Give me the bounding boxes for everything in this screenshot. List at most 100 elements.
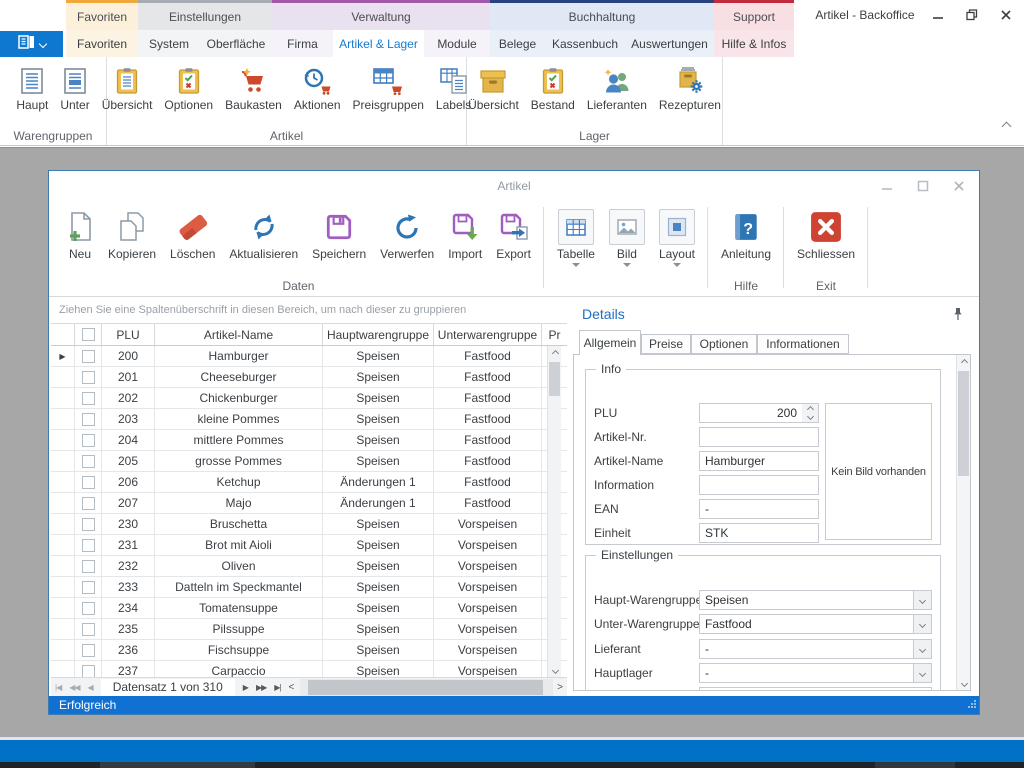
ribbon-collapse-button[interactable]	[1003, 117, 1010, 135]
row-checkbox[interactable]	[82, 434, 95, 447]
tab-artikel-lager[interactable]: Artikel & Lager	[333, 30, 424, 57]
column-header-plu[interactable]: PLU	[102, 324, 155, 345]
lager-rezepturen-button[interactable]: Rezepturen	[653, 62, 727, 112]
dialog-titlebar[interactable]: Artikel	[49, 171, 979, 201]
row-checkbox[interactable]	[82, 371, 95, 384]
nav-next-button[interactable]: ▶	[239, 683, 252, 692]
column-header-artikel-name[interactable]: Artikel-Name	[155, 324, 323, 345]
scroll-up-icon[interactable]	[960, 358, 968, 366]
row-checkbox-cell[interactable]	[75, 346, 102, 366]
grid-horizontal-scrollbar[interactable]	[300, 679, 553, 696]
row-checkbox-cell[interactable]	[75, 430, 102, 450]
table-row[interactable]: 207 Majo Änderungen 1 Fastfood	[51, 493, 567, 514]
table-row[interactable]: 204 mittlere Pommes Speisen Fastfood	[51, 430, 567, 451]
row-checkbox[interactable]	[82, 539, 95, 552]
nav-first-button[interactable]: |◀	[51, 683, 65, 692]
table-row[interactable]: 202 Chickenburger Speisen Fastfood	[51, 388, 567, 409]
scroll-down-icon[interactable]	[960, 679, 968, 687]
tab-allgemein[interactable]: Allgemein	[579, 330, 641, 355]
row-checkbox-cell[interactable]	[75, 409, 102, 429]
neu-button[interactable]: Neu	[61, 207, 99, 261]
table-row[interactable]: 201 Cheeseburger Speisen Fastfood	[51, 367, 567, 388]
tab-auswertungen[interactable]: Auswertungen	[625, 30, 714, 57]
artikel-name-field[interactable]: Hamburger	[699, 451, 819, 471]
column-header-preis[interactable]: Pr	[542, 324, 567, 345]
ribbon-category-favoriten[interactable]: Favoriten	[66, 0, 138, 30]
column-header-unterwarengruppe[interactable]: Unterwarengruppe	[434, 324, 542, 345]
tab-oberflaeche[interactable]: Oberfläche	[200, 30, 272, 57]
bild-button[interactable]: Bild	[604, 207, 650, 267]
table-row[interactable]: 203 kleine Pommes Speisen Fastfood	[51, 409, 567, 430]
table-row[interactable]: 236 Fischsuppe Speisen Vorspeisen	[51, 640, 567, 661]
combo-dropdown-icon[interactable]	[913, 640, 931, 658]
information-field[interactable]	[699, 475, 819, 495]
table-row[interactable]: 230 Bruschetta Speisen Vorspeisen	[51, 514, 567, 535]
export-button[interactable]: Export	[491, 207, 536, 261]
ribbon-category-support[interactable]: Support	[714, 0, 794, 30]
table-row[interactable]: ▶ 200 Hamburger Speisen Fastfood	[51, 346, 567, 367]
row-checkbox-cell[interactable]	[75, 451, 102, 471]
lager-lieferanten-button[interactable]: Lieferanten	[581, 62, 653, 112]
hscroll-right-icon[interactable]: >	[553, 682, 567, 693]
kopieren-button[interactable]: Kopieren	[103, 207, 161, 261]
verwerfen-button[interactable]: Verwerfen	[375, 207, 439, 261]
tab-optionen[interactable]: Optionen	[691, 334, 757, 354]
row-checkbox[interactable]	[82, 518, 95, 531]
nav-prev-button[interactable]: ◀	[84, 683, 97, 692]
lager-bestand-button[interactable]: Bestand	[525, 62, 581, 112]
row-checkbox-cell[interactable]	[75, 493, 102, 513]
row-checkbox-cell[interactable]	[75, 388, 102, 408]
hauptlager-select[interactable]: -	[699, 663, 932, 683]
hscroll-left-icon[interactable]: <	[284, 682, 298, 693]
grid-vertical-scrollbar[interactable]	[547, 346, 561, 677]
row-checkbox[interactable]	[82, 413, 95, 426]
minimize-icon[interactable]	[928, 6, 948, 24]
row-checkbox[interactable]	[82, 350, 95, 363]
table-row[interactable]: 231 Brot mit Aioli Speisen Vorspeisen	[51, 535, 567, 556]
nav-prev-page-button[interactable]: ◀◀	[65, 683, 83, 692]
row-checkbox-cell[interactable]	[75, 619, 102, 639]
artikel-uebersicht-button[interactable]: Übersicht	[96, 62, 159, 112]
aktualisieren-button[interactable]: Aktualisieren	[224, 207, 303, 261]
combo-dropdown-icon[interactable]	[913, 664, 931, 682]
row-checkbox[interactable]	[82, 476, 95, 489]
row-checkbox-cell[interactable]	[75, 367, 102, 387]
dialog-minimize-icon[interactable]	[877, 177, 897, 195]
row-checkbox-cell[interactable]	[75, 535, 102, 555]
layout-button[interactable]: Layout	[654, 207, 700, 267]
row-checkbox[interactable]	[82, 581, 95, 594]
artikel-nr-field[interactable]	[699, 427, 819, 447]
tab-preise[interactable]: Preise	[641, 334, 691, 354]
artikel-baukasten-button[interactable]: Baukasten	[219, 62, 288, 112]
row-checkbox-cell[interactable]	[75, 598, 102, 618]
group-by-hint[interactable]: Ziehen Sie eine Spaltenüberschrift in di…	[51, 297, 567, 324]
tab-module[interactable]: Module	[424, 30, 490, 57]
resize-grip[interactable]	[967, 698, 977, 712]
row-checkbox-cell[interactable]	[75, 661, 102, 677]
pin-icon[interactable]	[953, 307, 963, 326]
plu-field[interactable]: 200	[699, 403, 803, 423]
scroll-down-icon[interactable]	[551, 666, 559, 674]
lieferant-select[interactable]: -	[699, 639, 932, 659]
column-header-hauptwarengruppe[interactable]: Hauptwarengruppe	[323, 324, 434, 345]
artikel-aktionen-button[interactable]: Aktionen	[288, 62, 347, 112]
row-checkbox[interactable]	[82, 644, 95, 657]
row-checkbox[interactable]	[82, 665, 95, 678]
haupt-warengruppe-select[interactable]: Speisen	[699, 590, 932, 610]
import-button[interactable]: Import	[443, 207, 487, 261]
tabelle-button[interactable]: Tabelle	[552, 207, 600, 267]
tab-informationen[interactable]: Informationen	[757, 334, 849, 354]
row-checkbox[interactable]	[82, 623, 95, 636]
ean-field[interactable]: -	[699, 499, 819, 519]
einheit-field[interactable]: STK	[699, 523, 819, 543]
close-icon[interactable]	[996, 6, 1016, 24]
unter-warengruppe-select[interactable]: Fastfood	[699, 614, 932, 634]
artikel-preisgruppen-button[interactable]: Preisgruppen	[347, 62, 430, 112]
row-checkbox[interactable]	[82, 392, 95, 405]
table-row[interactable]: 205 grosse Pommes Speisen Fastfood	[51, 451, 567, 472]
table-row[interactable]: 234 Tomatensuppe Speisen Vorspeisen	[51, 598, 567, 619]
row-checkbox-cell[interactable]	[75, 472, 102, 492]
tab-system[interactable]: System	[138, 30, 200, 57]
row-checkbox-cell[interactable]	[75, 640, 102, 660]
tab-favoriten[interactable]: Favoriten	[66, 30, 138, 57]
